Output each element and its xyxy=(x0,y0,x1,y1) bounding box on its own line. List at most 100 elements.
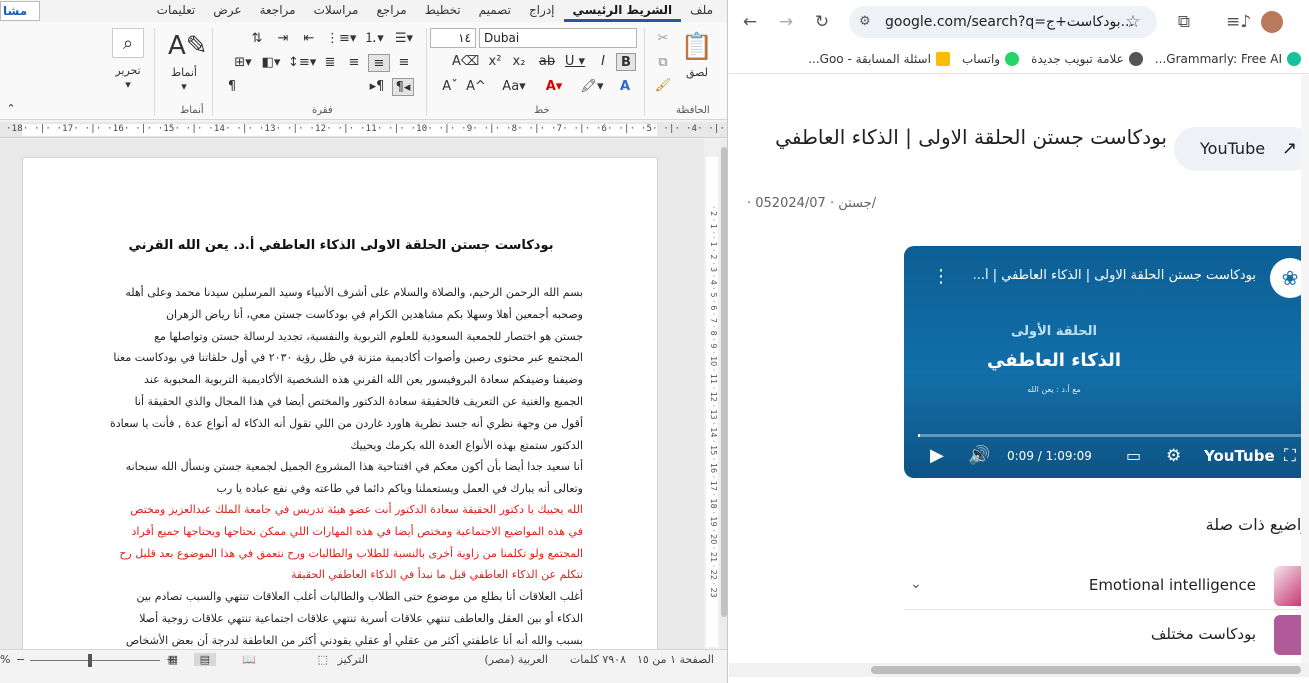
rtl-paragraph-icon[interactable]: ¶◂ xyxy=(392,78,414,96)
related-item[interactable]: بودكاست مختلف xyxy=(904,611,1301,659)
tab-insert[interactable]: إدراج xyxy=(520,0,564,22)
text-effects-icon[interactable]: A xyxy=(614,78,636,96)
italic-icon[interactable]: I xyxy=(593,53,613,71)
copy-icon[interactable]: ⧉ xyxy=(654,54,672,72)
zoom-percent[interactable]: % xyxy=(0,653,10,666)
browser-vertical-scrollbar[interactable] xyxy=(1301,75,1309,663)
align-right-icon[interactable]: ≡ xyxy=(394,54,414,72)
increase-indent-icon[interactable]: ⇥ xyxy=(272,30,294,48)
back-icon[interactable]: ← xyxy=(739,11,761,33)
ltr-paragraph-icon[interactable]: ▸¶ xyxy=(366,78,388,96)
strikethrough-icon[interactable]: ab xyxy=(536,53,558,71)
video-progress-bar[interactable] xyxy=(918,434,1301,437)
bookmark-grammarly[interactable]: Grammarly: Free AI... xyxy=(1155,51,1301,66)
scrollbar-thumb[interactable] xyxy=(721,147,727,617)
bookmark-new-tab[interactable]: علامة تبويب جديدة xyxy=(1031,51,1143,66)
grow-font-icon[interactable]: A^ xyxy=(466,78,486,96)
tab-file[interactable]: ملف xyxy=(681,0,722,22)
scrollbar-thumb[interactable] xyxy=(871,666,1301,674)
result-heading[interactable]: بودكاست جستن الحلقة الاولى | الذكاء العا… xyxy=(747,125,1167,149)
document-page[interactable]: بودكاست جستن الحلقة الاولى الذكاء العاطف… xyxy=(22,157,658,649)
superscript-icon[interactable]: x² xyxy=(484,53,506,71)
cut-icon[interactable]: ✂ xyxy=(654,30,672,48)
address-bar[interactable]: ⚙ google.com/search?q=بودكاست+ج... xyxy=(849,6,1157,38)
ribbon-tabs: ملف الشريط الرئيسي إدراج تصميم تخطيط مرا… xyxy=(0,0,727,22)
format-painter-icon[interactable]: 🖌 xyxy=(654,77,672,95)
font-name-select[interactable]: Dubai xyxy=(479,28,637,48)
video-player[interactable]: ❀ بودكاست جستن الحلقة الاولى | الذكاء ال… xyxy=(904,246,1301,478)
font-size-select[interactable]: ١٤ xyxy=(430,28,476,48)
align-center-icon[interactable]: ≡ xyxy=(368,54,390,72)
highlight-icon[interactable]: 🖍▾ xyxy=(578,78,606,96)
underline-icon[interactable]: U ▾ xyxy=(564,53,586,71)
channel-logo[interactable]: ❀ xyxy=(1270,258,1301,298)
zoom-slider-thumb[interactable] xyxy=(88,654,92,667)
read-mode-icon[interactable]: 📖 xyxy=(242,653,256,666)
tab-home[interactable]: الشريط الرئيسي xyxy=(563,0,682,22)
status-page[interactable]: الصفحة ١ من ١٥ xyxy=(637,653,714,666)
zoom-in-icon[interactable]: + xyxy=(166,653,175,666)
tab-design[interactable]: تصميم xyxy=(470,0,520,22)
related-item[interactable]: ⌄ Emotional intelligence xyxy=(904,562,1301,610)
fullscreen-icon[interactable]: ⛶ xyxy=(1284,446,1296,466)
reload-icon[interactable]: ↻ xyxy=(811,11,833,33)
profile-avatar[interactable] xyxy=(1261,11,1283,33)
tab-mailings[interactable]: مراسلات xyxy=(305,0,368,22)
justify-icon[interactable]: ≣ xyxy=(320,54,340,72)
tab-view[interactable]: عرض xyxy=(204,0,250,22)
zoom-slider[interactable] xyxy=(30,660,160,661)
editing-dropdown-icon[interactable]: ▾ xyxy=(116,78,140,91)
zoom-out-icon[interactable]: − xyxy=(16,653,25,666)
align-left-icon[interactable]: ≡ xyxy=(344,54,364,72)
open-youtube-button[interactable]: YouTube ↗ xyxy=(1174,127,1301,171)
play-icon[interactable]: ▶ xyxy=(930,446,944,466)
clear-formatting-icon[interactable]: A⌫ xyxy=(452,53,479,71)
document-area[interactable]: بودكاست جستن الحلقة الاولى الذكاء العاطف… xyxy=(0,139,704,649)
tab-references[interactable]: مراجع xyxy=(368,0,416,22)
borders-icon[interactable]: ⊞▾ xyxy=(230,54,256,72)
status-language[interactable]: العربية (مصر) xyxy=(484,653,548,666)
share-button[interactable]: مشا xyxy=(0,1,40,21)
extensions-icon[interactable]: ⧉ xyxy=(1173,11,1195,33)
site-info-icon[interactable]: ⚙ xyxy=(859,6,871,38)
tab-help[interactable]: تعليمات xyxy=(148,0,205,22)
change-case-icon[interactable]: Aa▾ xyxy=(498,78,530,96)
collapse-ribbon-icon[interactable]: ⌃ xyxy=(4,102,18,115)
focus-icon[interactable]: ⬚ xyxy=(318,653,328,666)
youtube-logo[interactable]: YouTube xyxy=(1204,446,1275,466)
status-words[interactable]: ٧٩٠٨ كلمات xyxy=(570,653,626,666)
shading-icon[interactable]: ◧▾ xyxy=(258,54,284,72)
more-options-icon[interactable]: ⋮ xyxy=(932,266,950,287)
styles-icon[interactable]: A✎ xyxy=(168,30,208,62)
paste-icon[interactable]: 📋 xyxy=(680,30,714,64)
forward-icon[interactable]: → xyxy=(775,11,797,33)
show-marks-icon[interactable]: ¶ xyxy=(222,78,242,96)
tab-review[interactable]: مراجعة xyxy=(251,0,305,22)
decrease-indent-icon[interactable]: ⇤ xyxy=(298,30,320,48)
find-icon[interactable]: ⌕ xyxy=(112,28,144,58)
bookmark-star-icon[interactable]: ☆ xyxy=(1122,11,1144,33)
font-color-icon[interactable]: A▾ xyxy=(540,78,568,96)
horizontal-ruler[interactable]: ·18· ·|· ·17· ·|· ·16· ·|· ·15· ·|· ·14·… xyxy=(0,122,727,138)
settings-icon[interactable]: ⚙ xyxy=(1166,446,1181,466)
bookmark-whatsapp[interactable]: واتساب xyxy=(962,51,1020,66)
browser-horizontal-scrollbar[interactable] xyxy=(729,663,1309,677)
sort-icon[interactable]: ⇅ xyxy=(246,30,268,48)
line-spacing-icon[interactable]: ↕≡▾ xyxy=(288,54,316,72)
volume-icon[interactable]: 🔊 xyxy=(968,446,990,466)
subtitles-icon[interactable]: ▭ xyxy=(1126,446,1141,466)
bullets-icon[interactable]: ☰▾ xyxy=(392,30,416,48)
reading-list-icon[interactable]: ≡♪ xyxy=(1226,11,1251,33)
bookmark-google-drive[interactable]: اسئلة المسابقة - Goo... xyxy=(808,51,950,66)
status-focus[interactable]: التركيز xyxy=(338,653,368,666)
word-vertical-scrollbar[interactable] xyxy=(720,139,727,649)
tab-layout[interactable]: تخطيط xyxy=(416,0,470,22)
shrink-font-icon[interactable]: Aˇ xyxy=(440,78,460,96)
subscript-icon[interactable]: x₂ xyxy=(508,53,530,71)
print-layout-icon[interactable]: ▤ xyxy=(193,653,216,666)
numbering-icon[interactable]: ⒈▾ xyxy=(360,30,388,48)
video-title[interactable]: بودكاست جستن الحلقة الاولى | الذكاء العا… xyxy=(966,268,1256,283)
bold-icon[interactable]: B xyxy=(616,53,636,71)
styles-dropdown-icon[interactable]: ▾ xyxy=(172,80,196,93)
multilevel-list-icon[interactable]: ⋮≡▾ xyxy=(326,30,356,48)
